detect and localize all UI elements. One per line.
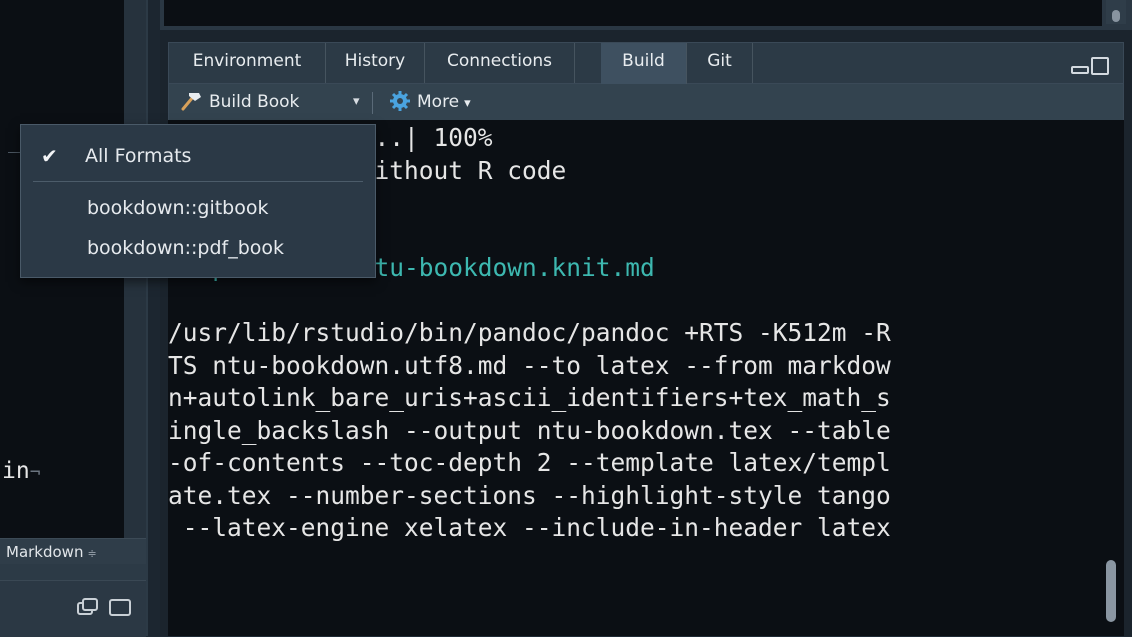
tab-history[interactable]: History (326, 43, 425, 83)
menu-item-label: All Formats (85, 145, 192, 167)
console-line: ingle_backslash --output ntu-bookdown.te… (168, 415, 891, 445)
more-caret: ▾ (464, 96, 471, 111)
tab-environment[interactable]: Environment (169, 43, 326, 83)
pane-tabbar: Environment History Connections Build Gi… (168, 42, 1124, 84)
menu-separator (33, 181, 363, 182)
console-line: -of-contents --toc-depth 2 --template la… (168, 448, 891, 477)
menu-item-label: bookdown::pdf_book (87, 237, 285, 259)
checkmark-icon: ✔ (41, 144, 58, 168)
tab-connections[interactable]: Connections (425, 43, 575, 83)
console-line: n+autolink_bare_uris+ascii_identifiers+t… (168, 383, 891, 412)
console-line: TS ntu-bookdown.utf8.md --to latex --fro… (168, 350, 891, 380)
document-type-label: Markdown (6, 543, 84, 561)
document-type-select[interactable]: Markdown ≑ (0, 538, 146, 564)
pilcrow-mark: ¬ (29, 462, 41, 483)
build-book-button[interactable]: Build Book (179, 84, 299, 120)
menu-item-gitbook[interactable]: bookdown::gitbook (21, 191, 375, 225)
tab-git[interactable]: Git (687, 43, 753, 83)
toolbar-divider (372, 92, 373, 114)
build-book-label: Build Book (209, 92, 300, 112)
menu-item-pdf-book[interactable]: bookdown::pdf_book (21, 231, 375, 265)
left-bottom-pane (0, 580, 146, 637)
minimize-icon[interactable] (1071, 66, 1089, 74)
build-format-menu: ✔ All Formats bookdown::gitbook bookdown… (20, 124, 376, 278)
upper-console (164, 0, 1102, 26)
build-options-caret[interactable]: ▾ (353, 84, 360, 120)
restore-maximize-icon[interactable] (76, 597, 134, 617)
updown-icon: ≑ (87, 547, 97, 560)
console-line: ate.tex --number-sections --highlight-st… (168, 480, 891, 510)
build-toolbar: Build Book ▾ More ▾ (168, 84, 1124, 120)
console-line: --latex-engine xelatex --include-in-head… (168, 513, 891, 542)
menu-item-label: bookdown::gitbook (87, 197, 269, 219)
pane-window-controls[interactable] (76, 597, 134, 622)
tab-build[interactable]: Build (601, 43, 687, 84)
upper-pane-strip (160, 0, 1132, 30)
left-editor-pane: in¬ Markdown ≑ (0, 0, 148, 637)
pane-splitter[interactable] (148, 0, 160, 636)
console-line: /usr/lib/rstudio/bin/pandoc/pandoc +RTS … (168, 318, 891, 347)
more-label: More (417, 92, 460, 112)
menu-item-all-formats[interactable]: ✔ All Formats (21, 139, 375, 173)
maximize-icon[interactable] (1091, 57, 1109, 75)
hammer-icon (181, 93, 201, 111)
gear-icon (390, 91, 410, 111)
more-button[interactable]: More ▾ (389, 84, 471, 120)
console-scroll-thumb[interactable] (1106, 560, 1116, 622)
pane-controls (1071, 57, 1109, 75)
upper-scroll-thumb[interactable] (1112, 10, 1120, 22)
build-pane: Environment History Connections Build Gi… (160, 30, 1132, 636)
code-fragment: in¬ (2, 458, 41, 484)
